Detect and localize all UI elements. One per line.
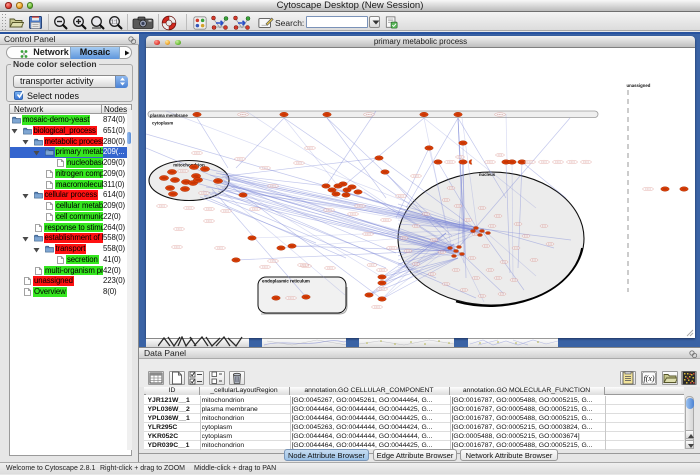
svg-text:f(x): f(x) (643, 374, 654, 383)
svg-text:plasma membrane: plasma membrane (150, 113, 188, 118)
svg-text:nucleus: nucleus (479, 172, 496, 177)
svg-text:unassigned: unassigned (627, 83, 651, 88)
svg-text:cytoplasm: cytoplasm (152, 121, 173, 126)
svg-text:mitochondrion: mitochondrion (173, 163, 205, 168)
svg-text:endoplasmic reticulum: endoplasmic reticulum (262, 279, 310, 284)
